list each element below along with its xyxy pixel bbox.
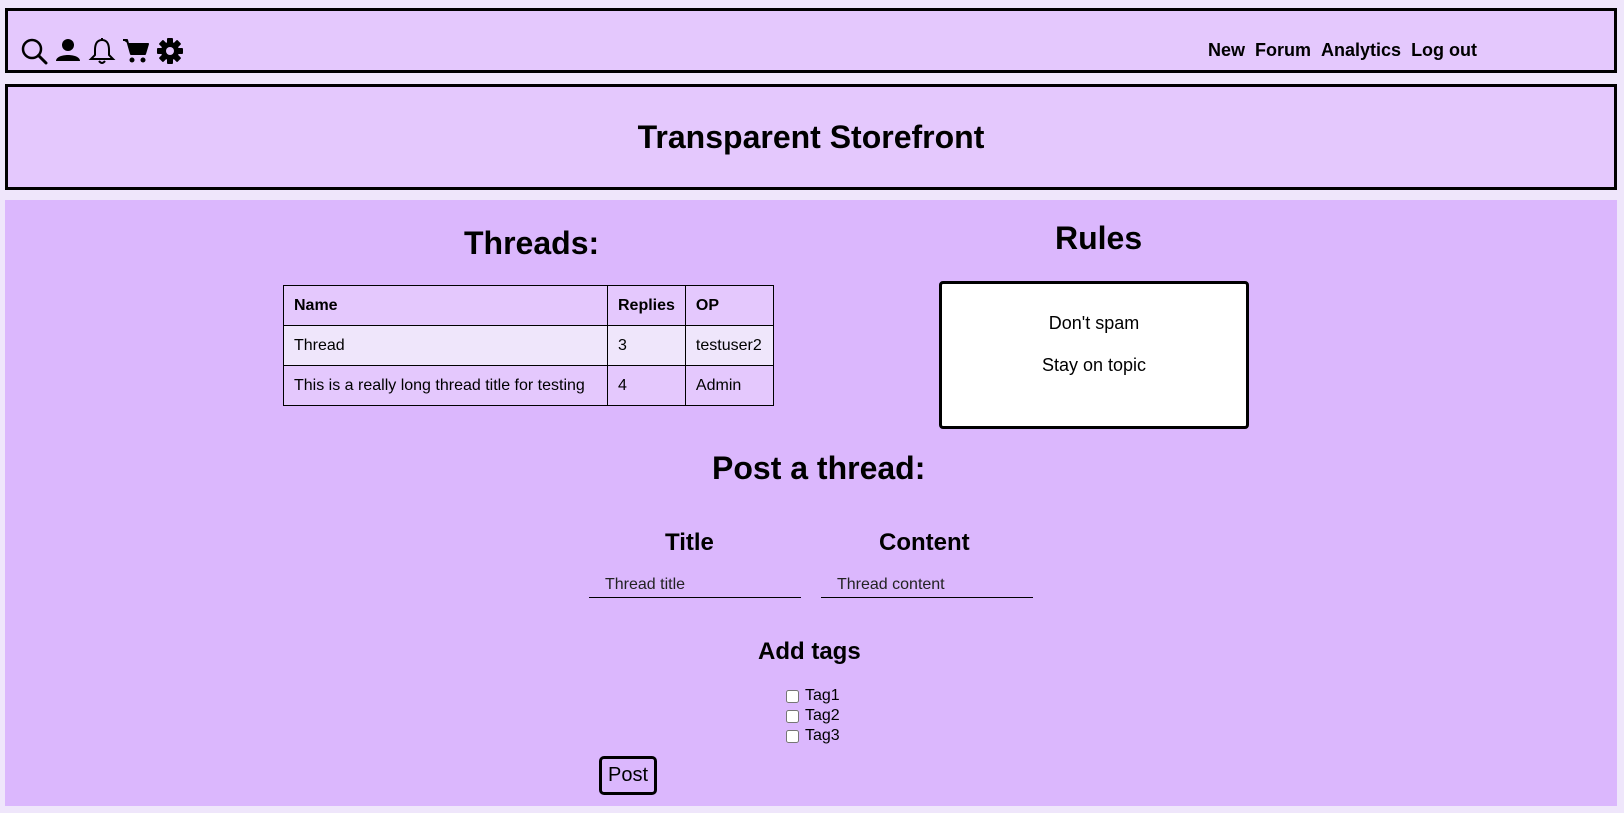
nav-link-logout[interactable]: Log out [1411, 40, 1477, 61]
post-thread-heading: Post a thread: [712, 450, 926, 486]
threads-heading: Threads: [464, 225, 600, 261]
tag-label: Tag3 [805, 727, 840, 744]
site-title: Transparent Storefront [637, 118, 985, 155]
thread-name[interactable]: This is a really long thread title for t… [283, 365, 608, 406]
title-label: Title [665, 529, 714, 556]
cart-icon[interactable] [122, 37, 150, 65]
nav-link-new[interactable]: New [1208, 40, 1245, 61]
main-nav: New Forum Analytics Log out [1208, 40, 1477, 61]
forum-main: Threads: Name Replies OP Thread 3 testus… [5, 200, 1617, 806]
nav-link-forum[interactable]: Forum [1255, 40, 1311, 61]
rules-box: Don't spam Stay on topic [939, 281, 1249, 429]
tag-checkbox[interactable] [786, 709, 799, 723]
tags-list: Tag1 Tag2 Tag3 [786, 686, 840, 746]
top-navbar: New Forum Analytics Log out [5, 8, 1617, 73]
thread-content-input[interactable] [821, 572, 1033, 598]
tags-label: Add tags [758, 638, 861, 665]
column-header-name: Name [283, 285, 608, 326]
nav-link-analytics[interactable]: Analytics [1321, 40, 1401, 61]
thread-op: Admin [684, 365, 774, 406]
tag-label: Tag1 [805, 687, 840, 704]
tag-label: Tag2 [805, 707, 840, 724]
site-banner: Transparent Storefront [5, 84, 1617, 190]
icon-toolbar [20, 37, 184, 65]
post-button[interactable]: Post [599, 756, 658, 795]
table-row[interactable]: This is a really long thread title for t… [283, 365, 774, 406]
column-header-op: OP [684, 285, 774, 326]
table-row[interactable]: Thread 3 testuser2 [283, 325, 774, 366]
column-header-replies: Replies [607, 285, 686, 326]
rule-item: Stay on topic [1041, 355, 1147, 375]
thread-replies: 4 [607, 365, 686, 406]
tag-option[interactable]: Tag3 [786, 726, 840, 746]
threads-table: Name Replies OP Thread 3 testuser2 This … [283, 285, 774, 406]
user-icon[interactable] [54, 37, 82, 65]
search-icon[interactable] [20, 37, 48, 65]
thread-title-input[interactable] [589, 572, 801, 598]
thread-op: testuser2 [684, 325, 774, 366]
thread-name[interactable]: Thread [283, 325, 608, 366]
tag-option[interactable]: Tag1 [786, 686, 840, 706]
tag-option[interactable]: Tag2 [786, 706, 840, 726]
rules-heading: Rules [1055, 220, 1143, 256]
rule-item: Don't spam [1048, 313, 1140, 333]
table-header-row: Name Replies OP [283, 285, 774, 326]
content-label: Content [879, 529, 970, 556]
gear-icon[interactable] [156, 37, 184, 65]
bell-icon[interactable] [88, 37, 116, 65]
thread-replies: 3 [607, 325, 686, 366]
tag-checkbox[interactable] [786, 729, 799, 743]
tag-checkbox[interactable] [786, 689, 799, 703]
